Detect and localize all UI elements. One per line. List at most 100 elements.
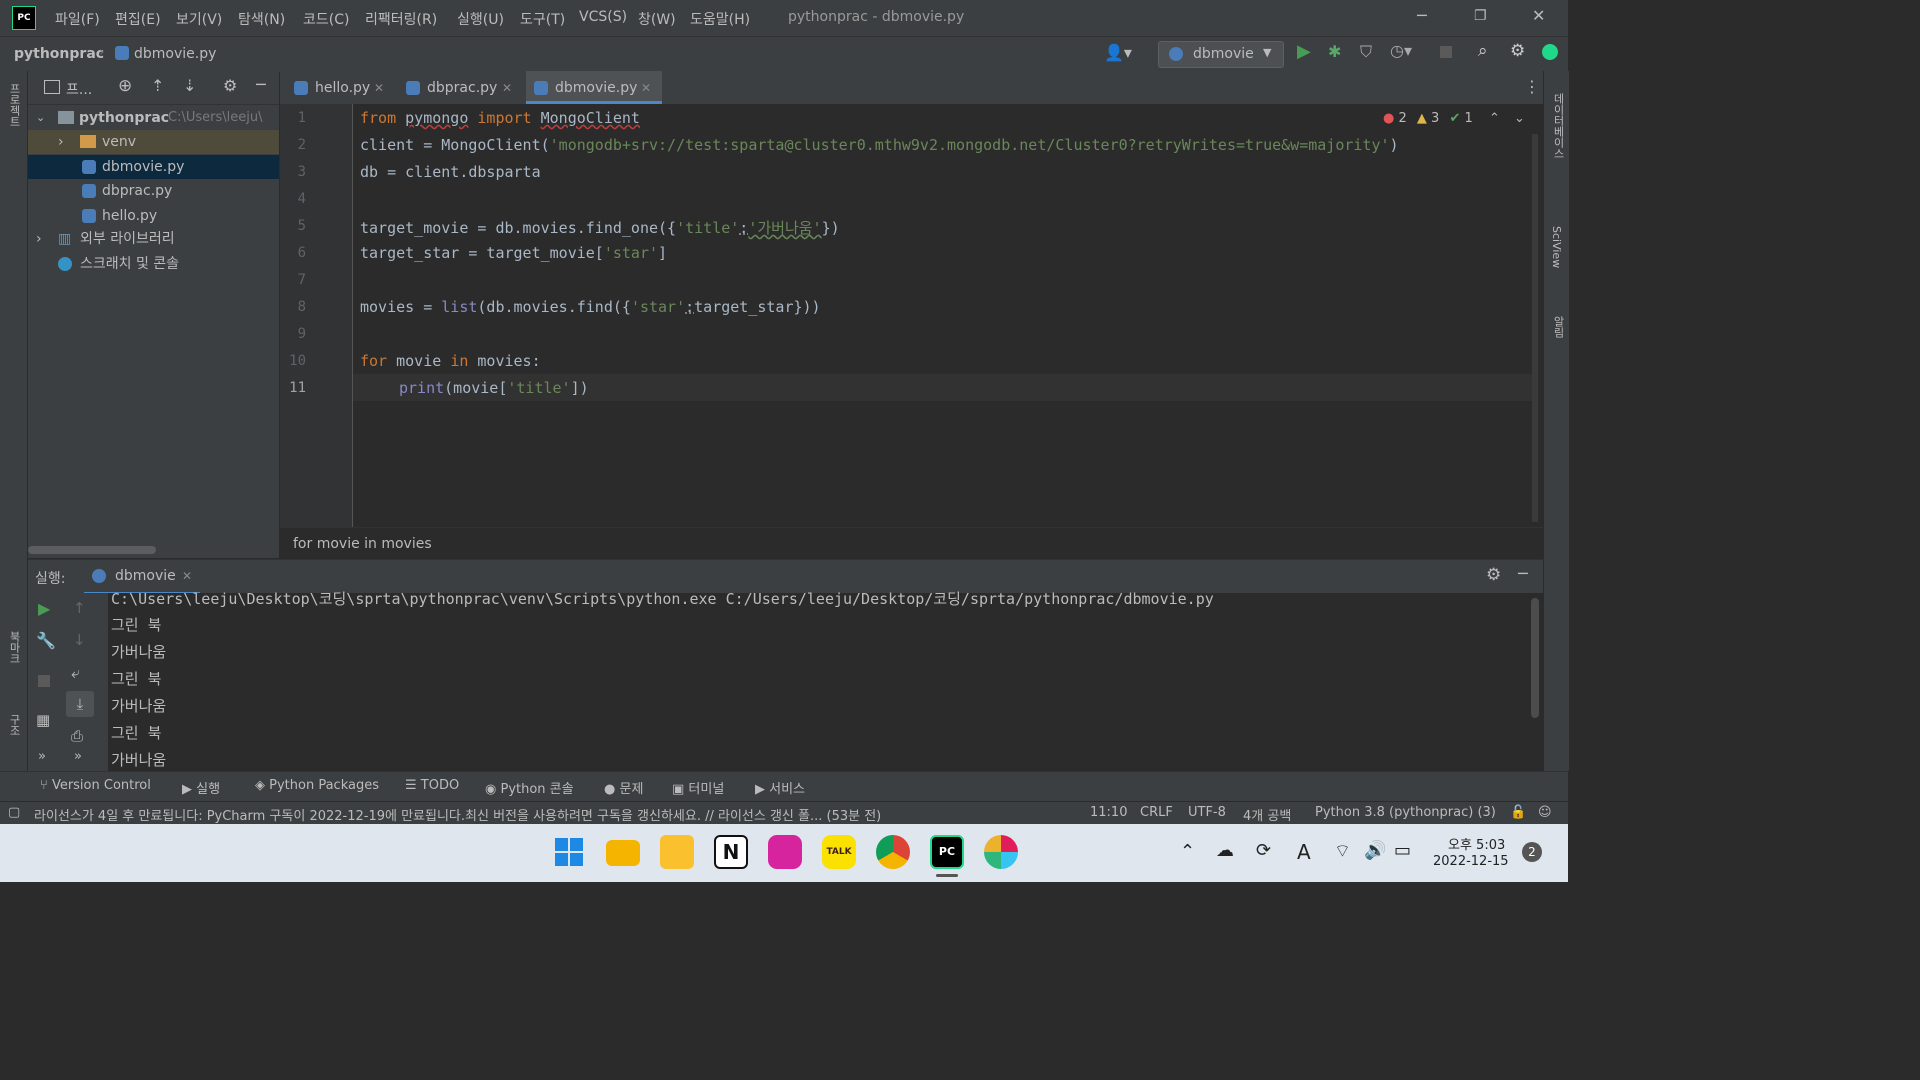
- nav-project[interactable]: pythonprac: [14, 46, 104, 62]
- jetbrains-icon[interactable]: [1542, 44, 1558, 60]
- gear-icon[interactable]: ⚙: [1486, 565, 1501, 585]
- structure-tool-tab[interactable]: 구조: [6, 714, 22, 736]
- run-config-select[interactable]: dbmovie ▼: [1158, 41, 1284, 68]
- breadcrumb[interactable]: for movie in movies: [293, 536, 432, 552]
- minimize-icon[interactable]: ─: [1417, 6, 1427, 25]
- tool-terminal[interactable]: ▣ 터미널: [672, 778, 724, 797]
- menu-view[interactable]: 보기(V): [176, 9, 222, 29]
- cloud-icon[interactable]: ☁: [1216, 840, 1234, 861]
- tree-item-dbmovie[interactable]: dbmovie.py: [28, 155, 279, 179]
- tool-todo[interactable]: ☰ TODO: [405, 778, 459, 793]
- bookmarks-tool-tab[interactable]: 북마크: [6, 631, 22, 664]
- line-separator[interactable]: CRLF: [1140, 805, 1173, 820]
- run-icon[interactable]: ▶: [1297, 41, 1311, 62]
- close-icon[interactable]: ✕: [641, 71, 651, 106]
- more-icon[interactable]: »: [38, 749, 46, 764]
- collapse-all-icon[interactable]: ⇣: [183, 76, 196, 95]
- tree-item-dbprac[interactable]: dbprac.py: [28, 179, 279, 203]
- menu-vcs[interactable]: VCS(S): [579, 9, 627, 25]
- inspection-widget[interactable]: ● 2 ▲ 3 ✔ 1 ⌃ ⌄: [1383, 111, 1525, 126]
- menu-window[interactable]: 창(W): [638, 9, 676, 29]
- windows-start-icon[interactable]: [552, 835, 586, 869]
- menu-help[interactable]: 도움말(H): [690, 9, 750, 29]
- tab-dbmovie[interactable]: dbmovie.py ✕: [526, 71, 662, 104]
- close-icon[interactable]: ✕: [502, 71, 512, 106]
- indent-setting[interactable]: 4개 공백: [1243, 805, 1291, 824]
- sync-icon[interactable]: ⟳: [1256, 840, 1271, 861]
- print-icon[interactable]: ⎙: [71, 727, 83, 745]
- pycharm-taskbar-icon[interactable]: PC: [930, 835, 964, 869]
- horizontal-scrollbar[interactable]: [28, 546, 156, 554]
- tree-item-scratches[interactable]: 스크래치 및 콘솔: [28, 252, 279, 276]
- nav-file[interactable]: dbmovie.py: [134, 46, 216, 62]
- clock-date[interactable]: 2022-12-15: [1433, 854, 1509, 869]
- ime-indicator[interactable]: A: [1297, 840, 1311, 864]
- editor-scrollbar[interactable]: [1532, 134, 1538, 522]
- file-explorer-icon[interactable]: [606, 840, 640, 866]
- restore-icon[interactable]: ❐: [1474, 8, 1487, 24]
- sticky-notes-icon[interactable]: [660, 835, 694, 869]
- tree-root[interactable]: ⌄ pythonprac C:\Users\leeju\: [28, 106, 279, 130]
- gear-icon[interactable]: ⚙: [223, 76, 237, 95]
- layout-icon[interactable]: ▦: [36, 711, 50, 729]
- notion-icon[interactable]: N: [714, 835, 748, 869]
- settings-icon[interactable]: ⚙: [1510, 41, 1525, 61]
- kakaotalk-icon[interactable]: TALK: [822, 835, 856, 869]
- more-icon[interactable]: »: [74, 749, 82, 764]
- tool-services[interactable]: ▶ 서비스: [755, 778, 805, 797]
- menu-run[interactable]: 실행(U): [457, 9, 504, 29]
- soft-wrap-icon[interactable]: ⤶: [71, 663, 80, 683]
- file-encoding[interactable]: UTF-8: [1188, 805, 1226, 820]
- menu-navigate[interactable]: 탐색(N): [238, 9, 285, 29]
- stop-icon[interactable]: [38, 675, 50, 687]
- instagram-icon[interactable]: [768, 835, 802, 869]
- tree-item-venv[interactable]: › venv: [28, 130, 279, 154]
- expand-all-icon[interactable]: ⇡: [151, 76, 164, 95]
- chevron-up-icon[interactable]: ⌃: [1180, 841, 1195, 862]
- project-tool-tab[interactable]: 프로젝트: [6, 83, 22, 127]
- wifi-icon[interactable]: ⌔: [1334, 840, 1351, 863]
- profile-icon[interactable]: ◷▾: [1390, 41, 1412, 60]
- pycharm-logo-icon[interactable]: PC: [12, 6, 36, 30]
- run-output[interactable]: [28, 593, 1543, 771]
- menu-file[interactable]: 파일(F): [55, 9, 100, 29]
- caret-position[interactable]: 11:10: [1090, 805, 1127, 820]
- hide-icon[interactable]: ─: [1518, 564, 1528, 583]
- interpreter[interactable]: Python 3.8 (pythonprac) (3): [1315, 805, 1496, 820]
- wrench-icon[interactable]: 🔧: [36, 631, 56, 650]
- inspector-icon[interactable]: ☺: [1538, 805, 1552, 820]
- menu-refactor[interactable]: 리팩터링(R): [365, 9, 437, 29]
- tool-version-control[interactable]: ⑂ Version Control: [40, 778, 151, 793]
- scroll-up-icon[interactable]: ↑: [73, 599, 86, 617]
- menu-tools[interactable]: 도구(T): [520, 9, 565, 29]
- close-icon[interactable]: ✕: [182, 569, 192, 583]
- stop-icon[interactable]: [1440, 46, 1452, 58]
- scroll-down-icon[interactable]: ↓: [73, 631, 86, 649]
- prev-highlight-icon[interactable]: ⌃: [1489, 111, 1500, 126]
- status-message[interactable]: 라이선스가 4일 후 만료됩니다: PyCharm 구독이 2022-12-19…: [34, 805, 1044, 824]
- project-panel-title[interactable]: 프...: [66, 79, 92, 99]
- tool-problems[interactable]: ● 문제: [604, 778, 643, 797]
- rerun-icon[interactable]: ▶: [38, 599, 50, 618]
- next-highlight-icon[interactable]: ⌄: [1514, 111, 1525, 126]
- lock-icon[interactable]: 🔓: [1510, 805, 1526, 820]
- locate-icon[interactable]: ⊕: [118, 76, 132, 96]
- window-icon[interactable]: ▢: [8, 805, 20, 820]
- tool-run[interactable]: ▶ 실행: [182, 778, 220, 797]
- close-icon[interactable]: ✕: [1532, 6, 1545, 25]
- notifications-tool-tab[interactable]: 알림: [1550, 316, 1566, 338]
- tool-python-packages[interactable]: ◈ Python Packages: [255, 778, 379, 793]
- more-icon[interactable]: ⋮: [1524, 77, 1540, 96]
- output-scrollbar[interactable]: [1531, 598, 1539, 718]
- menu-code[interactable]: 코드(C): [303, 9, 349, 29]
- sciview-tool-tab[interactable]: SciView: [1550, 226, 1563, 268]
- tool-python-console[interactable]: ◉ Python 콘솔: [485, 778, 574, 797]
- debug-icon[interactable]: ✱: [1328, 42, 1341, 61]
- slack-icon[interactable]: [984, 835, 1018, 869]
- volume-icon[interactable]: 🔊: [1364, 840, 1386, 861]
- coverage-icon[interactable]: ⛉: [1360, 42, 1372, 62]
- battery-icon[interactable]: ▭: [1394, 840, 1411, 861]
- tab-hello[interactable]: hello.py ✕: [294, 71, 394, 104]
- user-icon[interactable]: 👤▾: [1104, 43, 1132, 62]
- tab-dbprac[interactable]: dbprac.py ✕: [406, 71, 516, 104]
